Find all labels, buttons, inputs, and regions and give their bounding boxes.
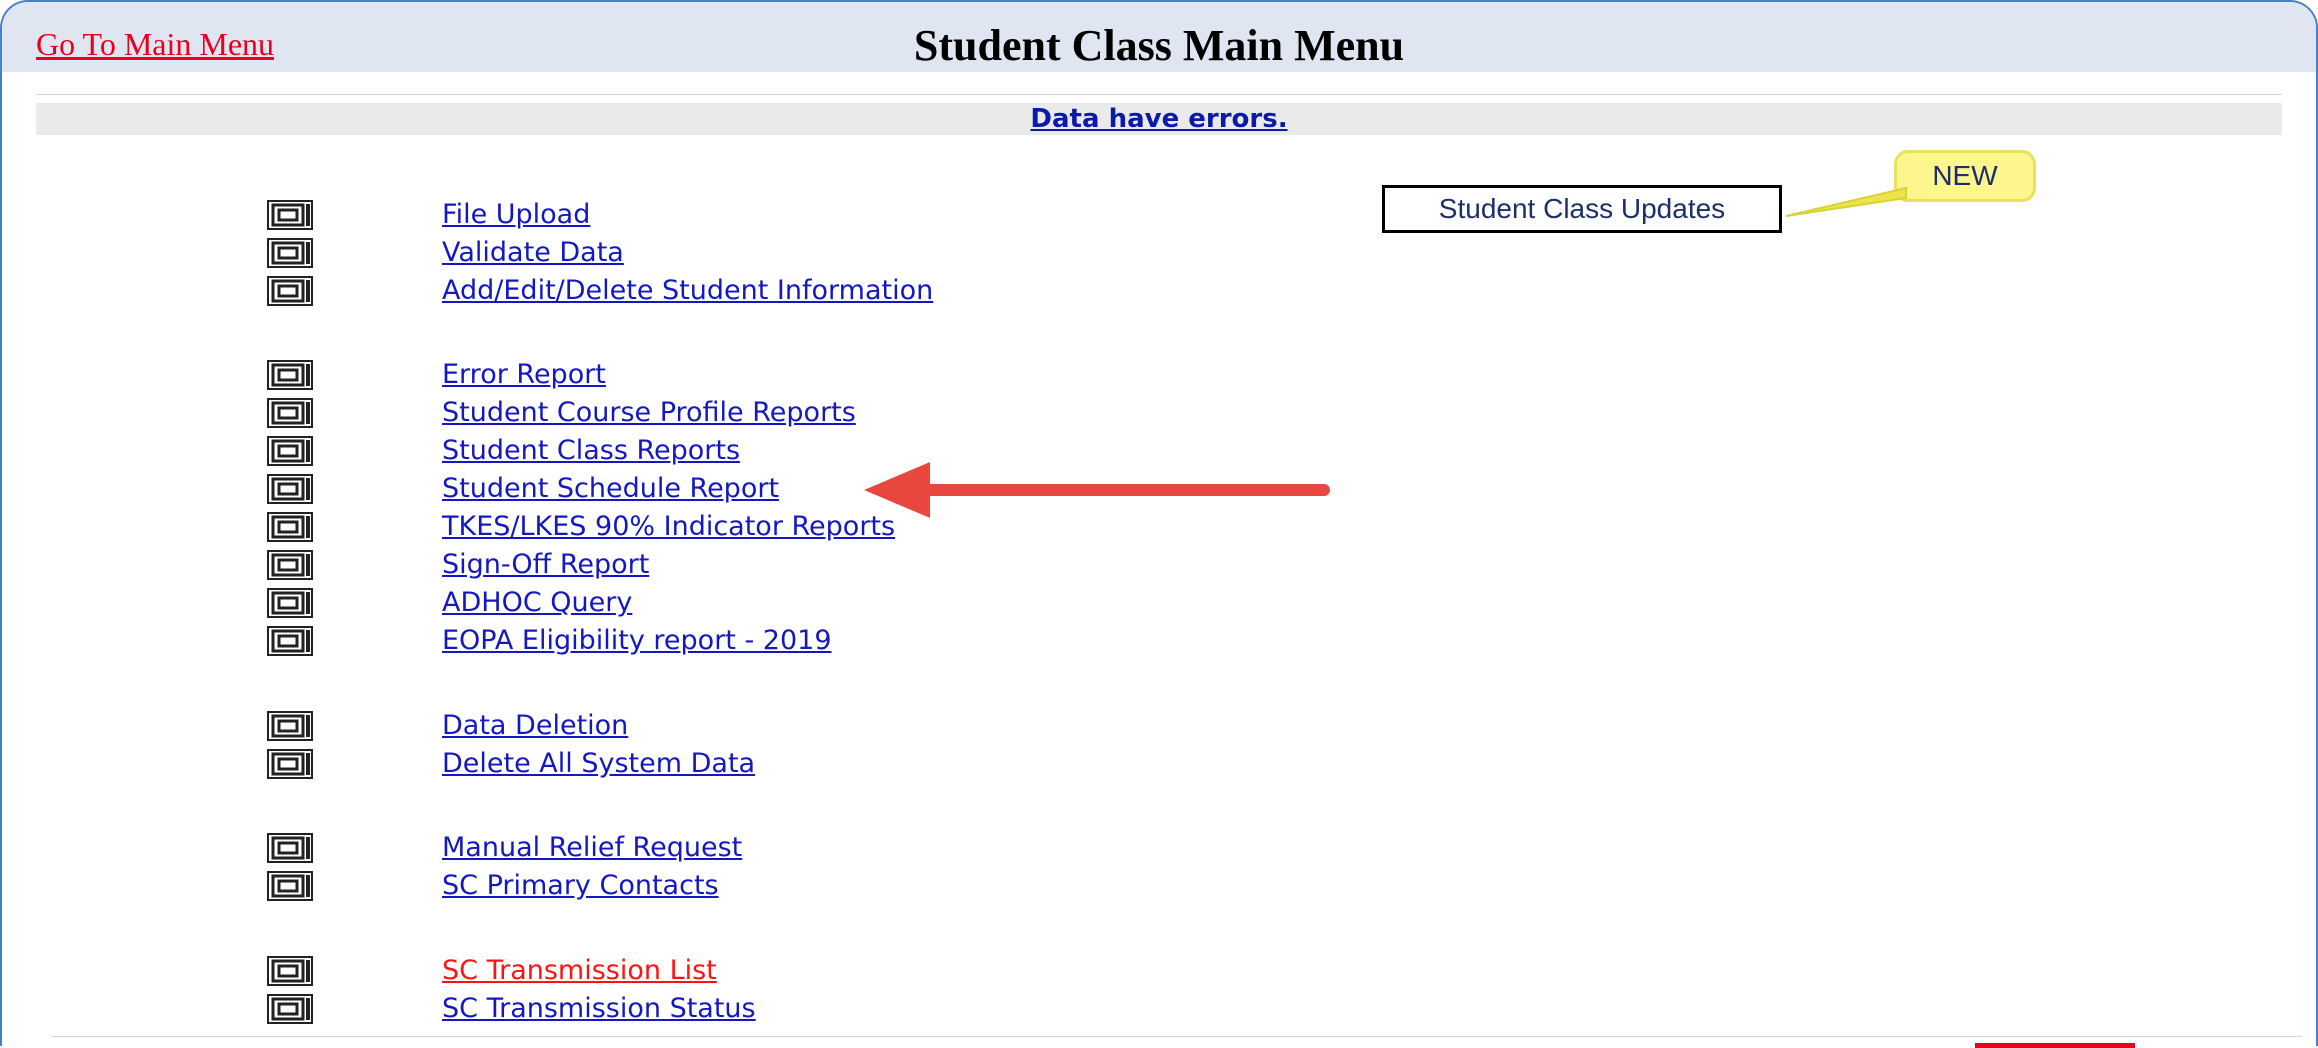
student-course-profile-reports-link[interactable]: Student Course Profile Reports — [442, 394, 856, 432]
menu-item-validate-data: Validate Data — [2, 234, 1102, 272]
app-window: Go To Main Menu Student Class Main Menu … — [0, 0, 2318, 1046]
sign-off-report-link[interactable]: Sign-Off Report — [442, 546, 649, 584]
error-banner: Data have errors. — [36, 103, 2282, 135]
delete-all-system-data-link[interactable]: Delete All System Data — [442, 745, 755, 783]
menu-item-sign-off: Sign-Off Report — [2, 546, 1102, 584]
menu-icon — [267, 956, 313, 986]
menu-icon — [267, 474, 313, 504]
menu-icon — [267, 200, 313, 230]
file-upload-link[interactable]: File Upload — [442, 196, 590, 234]
divider — [52, 1036, 2302, 1037]
menu-item-transmission-status: SC Transmission Status — [2, 990, 1102, 1028]
student-class-updates-box: Student Class Updates — [1382, 185, 1782, 233]
menu-icon — [267, 588, 313, 618]
menu-icon — [267, 436, 313, 466]
menu-item-delete-all: Delete All System Data — [2, 745, 1102, 783]
student-schedule-report-link[interactable]: Student Schedule Report — [442, 470, 779, 508]
data-errors-link[interactable]: Data have errors. — [1030, 103, 1287, 135]
error-report-link[interactable]: Error Report — [442, 356, 606, 394]
menu-item-class-reports: Student Class Reports — [2, 432, 1102, 470]
menu-icon — [267, 398, 313, 428]
sc-transmission-list-link[interactable]: SC Transmission List — [442, 952, 717, 990]
menu-item-course-profile: Student Course Profile Reports — [2, 394, 1102, 432]
menu-icon — [267, 833, 313, 863]
student-class-reports-link[interactable]: Student Class Reports — [442, 432, 740, 470]
validate-data-link[interactable]: Validate Data — [442, 234, 624, 272]
menu-icon — [267, 512, 313, 542]
menu-icon — [267, 711, 313, 741]
tkes-lkes-indicator-reports-link[interactable]: TKES/LKES 90% Indicator Reports — [442, 508, 895, 546]
sc-transmission-status-link[interactable]: SC Transmission Status — [442, 990, 756, 1028]
menu-icon — [267, 994, 313, 1024]
menu-icon — [267, 749, 313, 779]
menu-item-eopa: EOPA Eligibility report - 2019 — [2, 622, 1102, 660]
eopa-eligibility-report-link[interactable]: EOPA Eligibility report - 2019 — [442, 622, 832, 660]
menu-item-manual-relief: Manual Relief Request — [2, 829, 1102, 867]
menu-item-primary-contacts: SC Primary Contacts — [2, 867, 1102, 905]
sc-primary-contacts-link[interactable]: SC Primary Contacts — [442, 867, 719, 905]
menu-item-file-upload: File Upload — [2, 196, 1102, 234]
menu-icon — [267, 871, 313, 901]
menu-icon — [267, 550, 313, 580]
new-badge: NEW — [1894, 150, 2036, 202]
menu-item-transmission-list: SC Transmission List — [2, 952, 1102, 990]
add-edit-delete-student-link[interactable]: Add/Edit/Delete Student Information — [442, 272, 933, 310]
menu-icon — [267, 238, 313, 268]
menu-item-data-deletion: Data Deletion — [2, 707, 1102, 745]
callout-leader — [1785, 186, 1907, 217]
divider — [36, 94, 2282, 95]
partial-red-element — [1975, 1043, 2135, 1048]
adhoc-query-link[interactable]: ADHOC Query — [442, 584, 632, 622]
menu-icon — [267, 276, 313, 306]
menu-item-tkes-lkes: TKES/LKES 90% Indicator Reports — [2, 508, 1102, 546]
menu-item-adhoc-query: ADHOC Query — [2, 584, 1102, 622]
menu-item-add-edit-delete: Add/Edit/Delete Student Information — [2, 272, 1102, 310]
header-bar: Go To Main Menu Student Class Main Menu — [2, 2, 2316, 72]
menu-icon — [267, 626, 313, 656]
menu-item-error-report: Error Report — [2, 356, 1102, 394]
menu-icon — [267, 360, 313, 390]
manual-relief-request-link[interactable]: Manual Relief Request — [442, 829, 742, 867]
page-title: Student Class Main Menu — [913, 21, 1405, 70]
data-deletion-link[interactable]: Data Deletion — [442, 707, 628, 745]
menu-item-schedule-report: Student Schedule Report — [2, 470, 1102, 508]
